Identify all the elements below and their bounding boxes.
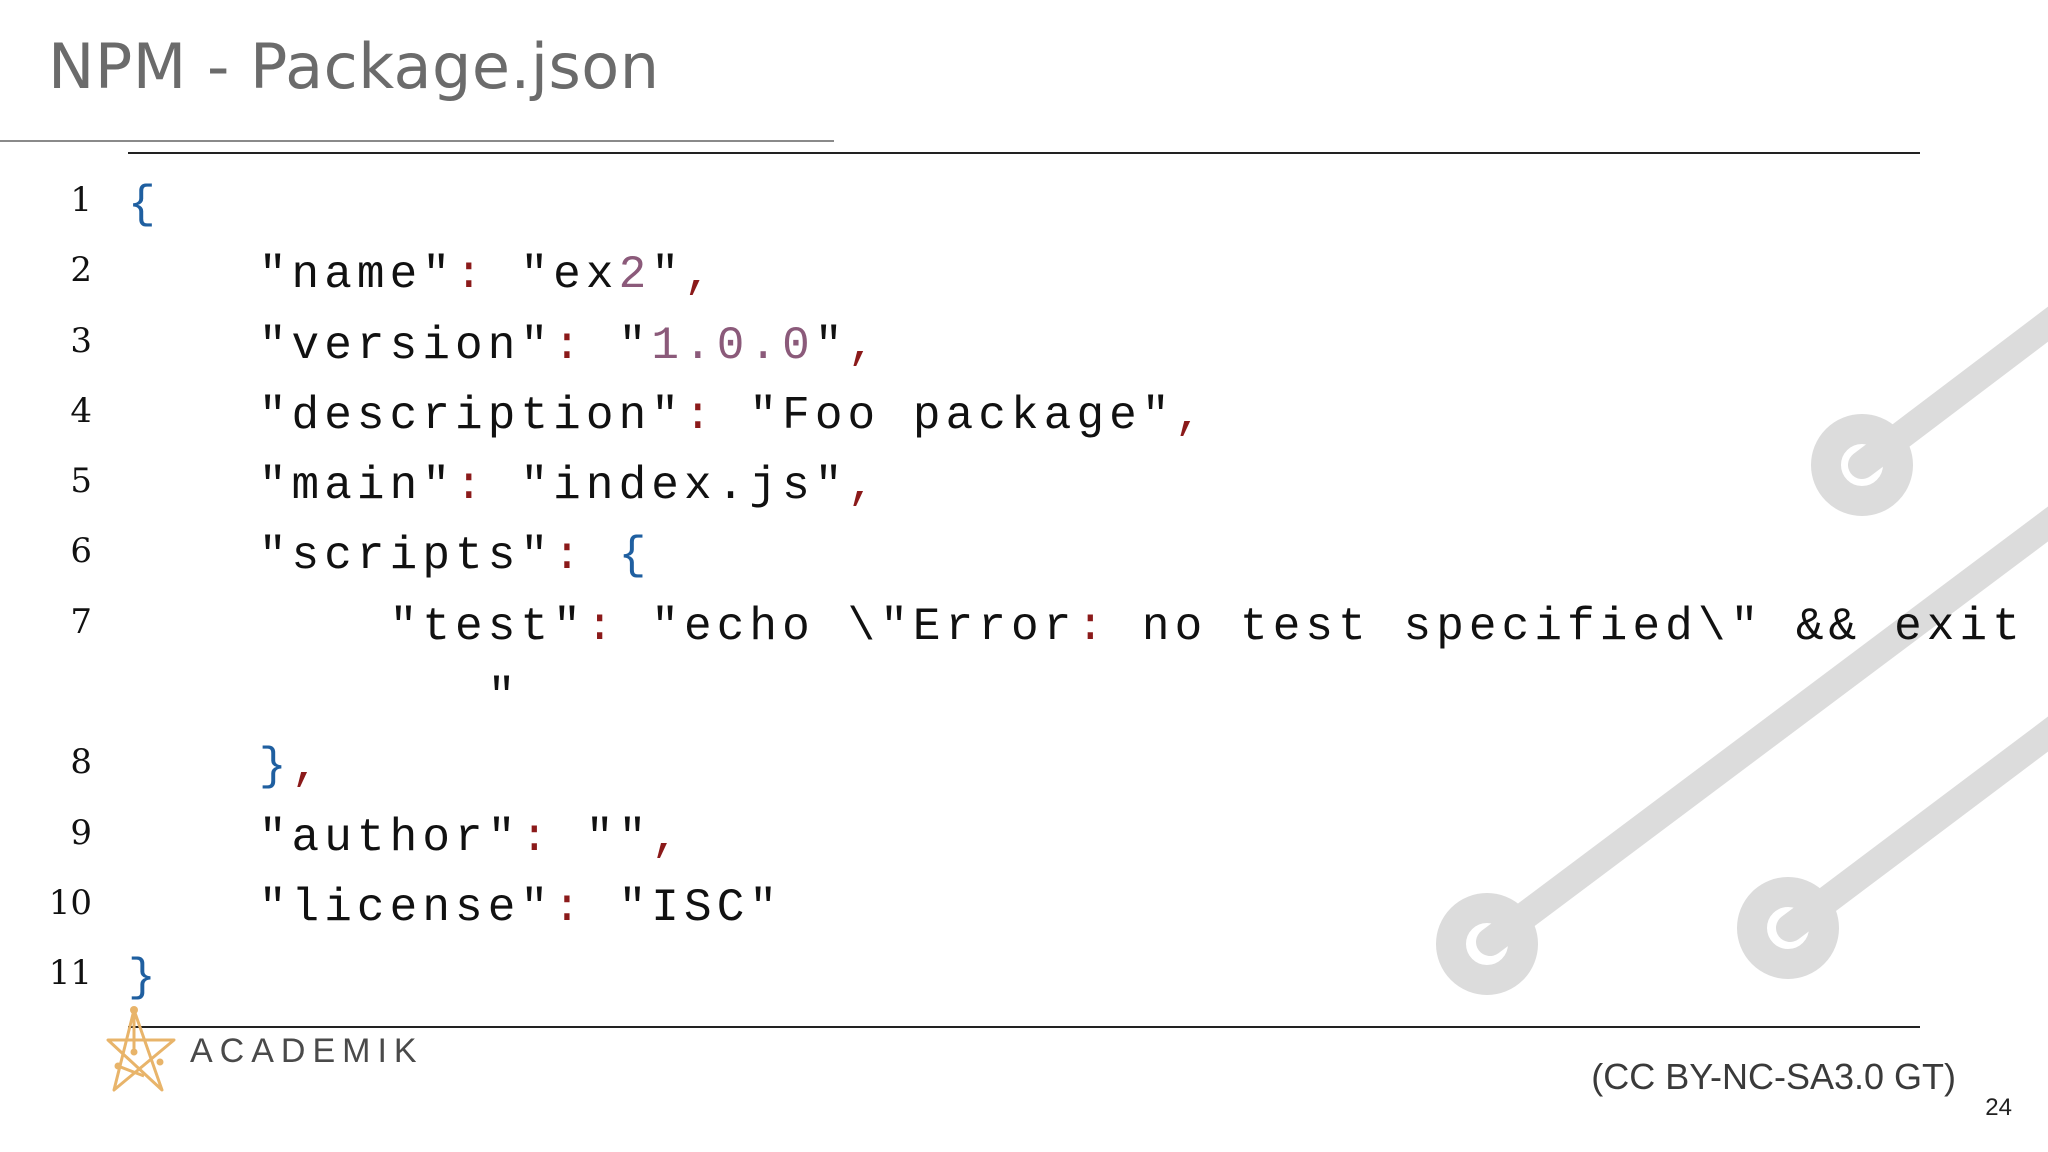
code-text: "scripts": {	[128, 521, 651, 591]
code-listing: 1{2 "name": "ex2", 3 "version": "1.0.0", 4…	[0, 170, 2048, 1014]
code-line: 4 "description": "Foo package",	[0, 381, 2048, 451]
code-text: }	[128, 943, 161, 1013]
slide-title: NPM - Package.json	[48, 30, 660, 103]
code-rule-bottom	[128, 1026, 1920, 1028]
code-token: "ISC"	[585, 881, 783, 934]
code-line: 1{	[0, 170, 2048, 240]
code-line: 10 "license": "ISC"	[0, 873, 2048, 943]
line-number: 3	[70, 320, 92, 361]
code-token: ,	[684, 249, 717, 302]
code-token: "license"	[128, 881, 554, 934]
line-number: 6	[70, 531, 92, 572]
code-token: :	[553, 881, 586, 934]
line-number: 10	[48, 882, 92, 923]
code-line: 7 "test": "echo \"Error: no test specifi…	[0, 592, 2048, 662]
line-number: 11	[48, 953, 92, 994]
code-token: no test specified\" && exit	[1109, 600, 2048, 653]
code-token: "	[128, 671, 521, 724]
logo-text: ACADEMIK	[190, 1032, 424, 1070]
code-rule-top	[128, 152, 1920, 154]
code-token: ,	[847, 319, 881, 372]
code-line: 11}	[0, 943, 2048, 1013]
code-token: :	[455, 460, 488, 513]
code-token: "scripts"	[128, 530, 554, 583]
code-token: }	[128, 952, 161, 1005]
line-number: 4	[70, 390, 92, 431]
code-text: "description": "Foo package",	[128, 381, 1207, 451]
code-text: "	[128, 662, 520, 732]
code-token: ,	[651, 811, 685, 864]
line-number: 9	[70, 812, 92, 853]
code-text: "license": "ISC"	[128, 873, 782, 943]
code-text: "name": "ex2",	[128, 240, 717, 310]
code-token: "description"	[128, 389, 684, 442]
code-line: 9 "author": "",	[0, 803, 2048, 873]
code-line: 5 "main": "index.js",	[0, 451, 2048, 521]
code-line: "	[0, 662, 2048, 732]
code-text: },	[128, 732, 324, 802]
code-text: "main": "index.js",	[128, 451, 880, 521]
slide: NPM - Package.json 1{2 "name": "ex2", 3 "…	[0, 0, 2048, 1152]
code-token: "	[814, 319, 848, 372]
academik-logo-icon	[106, 1006, 176, 1092]
code-token: :	[553, 319, 586, 372]
code-token: "test"	[128, 600, 586, 653]
title-rule	[0, 140, 834, 142]
license-text: (CC BY-NC-SA3.0 GT)	[1591, 1056, 1956, 1097]
line-number: 1	[70, 180, 92, 220]
code-token: :	[683, 389, 717, 442]
code-text: {	[128, 170, 161, 240]
code-token: {	[618, 530, 652, 583]
code-token: "main"	[128, 460, 456, 513]
code-text: "version": "1.0.0",	[128, 311, 880, 381]
code-token: "ex	[487, 249, 619, 302]
code-line: 6 "scripts": {	[0, 521, 2048, 591]
line-number: 2	[70, 250, 92, 291]
code-token: "index.js"	[487, 460, 848, 513]
code-token: "Foo package"	[716, 389, 1175, 442]
code-token: {	[128, 179, 161, 231]
code-token: 2	[618, 249, 652, 302]
code-token: "author"	[128, 811, 521, 864]
code-token: :	[585, 600, 619, 653]
code-line: 8 },	[0, 732, 2048, 802]
line-number: 8	[70, 742, 92, 783]
code-token: "name"	[128, 249, 456, 302]
code-line: 2 "name": "ex2",	[0, 240, 2048, 310]
code-text: "author": "",	[128, 803, 684, 873]
code-line: 3 "version": "1.0.0",	[0, 311, 2048, 381]
line-number: 5	[70, 461, 92, 502]
code-token: ,	[1174, 389, 1208, 442]
code-token: ,	[847, 460, 881, 513]
code-token: "version"	[128, 319, 554, 372]
code-token: :	[455, 249, 488, 302]
line-number: 7	[70, 601, 92, 642]
code-token: :	[553, 530, 586, 583]
code-token: "echo \"Error	[618, 600, 1077, 653]
code-token: 1.0.0	[651, 319, 815, 372]
code-token: :	[1076, 600, 1110, 653]
code-token: }	[258, 741, 292, 794]
page-number: 24	[1985, 1094, 2012, 1121]
code-token: ,	[291, 741, 325, 794]
code-token: :	[520, 811, 554, 864]
code-text: "test": "echo \"Error: no test specified…	[128, 592, 2048, 662]
code-token: "	[651, 249, 685, 302]
code-token: ""	[553, 811, 652, 864]
code-token: "	[585, 319, 652, 372]
